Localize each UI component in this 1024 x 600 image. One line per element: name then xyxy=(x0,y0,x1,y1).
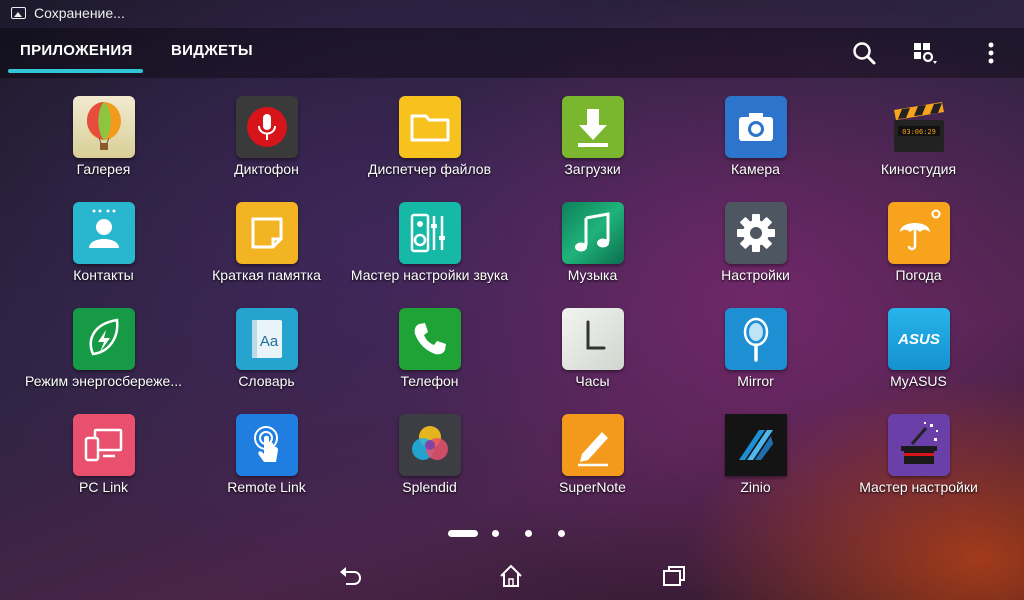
color-circles-icon xyxy=(398,414,461,476)
app-power-saver[interactable]: Режим энергосбереже... xyxy=(22,308,185,389)
download-icon xyxy=(561,96,624,158)
app-label: Камера xyxy=(731,161,780,177)
app-file-manager[interactable]: Диспетчер файлов xyxy=(348,96,511,177)
app-label: Мастер настройки xyxy=(859,479,978,495)
equalizer-icon xyxy=(398,202,461,264)
app-supernote[interactable]: SuperNote xyxy=(511,414,674,495)
page-dot-active[interactable] xyxy=(448,530,478,537)
recent-apps-icon[interactable] xyxy=(661,563,687,589)
app-label: PC Link xyxy=(78,479,129,495)
app-weather[interactable]: Погода xyxy=(837,202,1000,283)
app-splendid[interactable]: Splendid xyxy=(348,414,511,495)
camera-icon xyxy=(724,96,787,158)
note-icon xyxy=(235,202,298,264)
phone-icon xyxy=(398,308,461,370)
page-dot[interactable] xyxy=(525,530,532,537)
pencil-icon xyxy=(561,414,624,476)
app-setup-wizard[interactable]: Мастер настройки xyxy=(837,414,1000,495)
app-label: Мастер настройки звука xyxy=(350,267,509,283)
balloon-icon xyxy=(72,96,135,158)
app-label: Киностудия xyxy=(880,161,957,177)
clock-icon xyxy=(561,308,624,370)
app-gallery[interactable]: Галерея xyxy=(22,96,185,177)
app-movie-studio[interactable]: 03:06:29 Киностудия xyxy=(837,96,1000,177)
app-label: Погода xyxy=(895,267,942,283)
app-clock[interactable]: Часы xyxy=(511,308,674,389)
app-label: Mirror xyxy=(737,373,774,389)
app-downloads[interactable]: Загрузки xyxy=(511,96,674,177)
leaf-icon xyxy=(72,308,135,370)
app-label: MyASUS xyxy=(890,373,947,389)
gear-icon xyxy=(724,202,787,264)
asus-logo-icon: ASUS xyxy=(887,308,950,370)
grid-settings-icon[interactable] xyxy=(912,40,938,66)
hand-mirror-icon xyxy=(724,308,787,370)
clapperboard-icon: 03:06:29 xyxy=(888,96,950,158)
app-music[interactable]: Музыка xyxy=(511,202,674,283)
app-phone[interactable]: Телефон xyxy=(348,308,511,389)
svg-text:03:06:29: 03:06:29 xyxy=(902,128,936,136)
zinio-logo-icon xyxy=(724,414,787,476)
svg-text:Aa: Aa xyxy=(259,333,278,350)
app-label: Музыка xyxy=(567,267,618,283)
tab-apps[interactable]: ПРИЛОЖЕНИЯ xyxy=(20,42,133,59)
app-label: Splendid xyxy=(402,479,457,495)
app-contacts[interactable]: Контакты xyxy=(22,202,185,283)
app-remote-link[interactable]: Remote Link xyxy=(185,414,348,495)
microphone-icon xyxy=(235,96,298,158)
page-dot[interactable] xyxy=(558,530,565,537)
app-label: Контакты xyxy=(73,267,134,283)
app-dictionary[interactable]: Aa Словарь xyxy=(185,308,348,389)
app-label: Режим энергосбереже... xyxy=(25,373,182,389)
app-pc-link[interactable]: PC Link xyxy=(22,414,185,495)
app-myasus[interactable]: ASUS MyASUS xyxy=(837,308,1000,389)
magic-hat-icon xyxy=(887,414,950,476)
contact-icon xyxy=(72,202,135,264)
image-icon xyxy=(11,7,26,19)
app-camera[interactable]: Камера xyxy=(674,96,837,177)
app-label: Краткая памятка xyxy=(212,267,321,283)
svg-text:ASUS: ASUS xyxy=(897,331,940,348)
app-recorder[interactable]: Диктофон xyxy=(185,96,348,177)
app-label: Часы xyxy=(575,373,610,389)
folder-icon xyxy=(398,96,461,158)
status-bar: Сохранение... xyxy=(0,0,1024,26)
app-mirror[interactable]: Mirror xyxy=(674,308,837,389)
app-label: Галерея xyxy=(76,161,131,177)
app-label: Zinio xyxy=(740,479,771,495)
app-label: Remote Link xyxy=(227,479,306,495)
pc-link-icon xyxy=(72,414,135,476)
dictionary-icon: Aa xyxy=(235,308,298,370)
overflow-menu-icon[interactable] xyxy=(978,40,1004,66)
app-label: Словарь xyxy=(238,373,295,389)
umbrella-sun-icon xyxy=(887,202,950,264)
app-label: Загрузки xyxy=(564,161,621,177)
app-audio-wizard[interactable]: Мастер настройки звука xyxy=(348,202,511,283)
app-quick-memo[interactable]: Краткая памятка xyxy=(185,202,348,283)
app-label: Диспетчер файлов xyxy=(367,161,492,177)
app-label: Настройки xyxy=(721,267,790,283)
app-label: Диктофон xyxy=(234,161,299,177)
back-icon[interactable] xyxy=(337,563,363,589)
active-tab-indicator xyxy=(8,69,143,73)
app-label: SuperNote xyxy=(559,479,626,495)
app-settings[interactable]: Настройки xyxy=(674,202,837,283)
tab-bar: ПРИЛОЖЕНИЯ ВИДЖЕТЫ xyxy=(0,28,1024,78)
tab-widgets[interactable]: ВИДЖЕТЫ xyxy=(171,42,253,59)
search-icon[interactable] xyxy=(851,40,877,66)
touch-icon xyxy=(235,414,298,476)
music-note-icon xyxy=(561,202,624,264)
page-dot[interactable] xyxy=(492,530,499,537)
home-icon[interactable] xyxy=(498,563,524,589)
app-label: Телефон xyxy=(400,373,459,389)
app-zinio[interactable]: Zinio xyxy=(674,414,837,495)
notification-text: Сохранение... xyxy=(34,5,125,21)
